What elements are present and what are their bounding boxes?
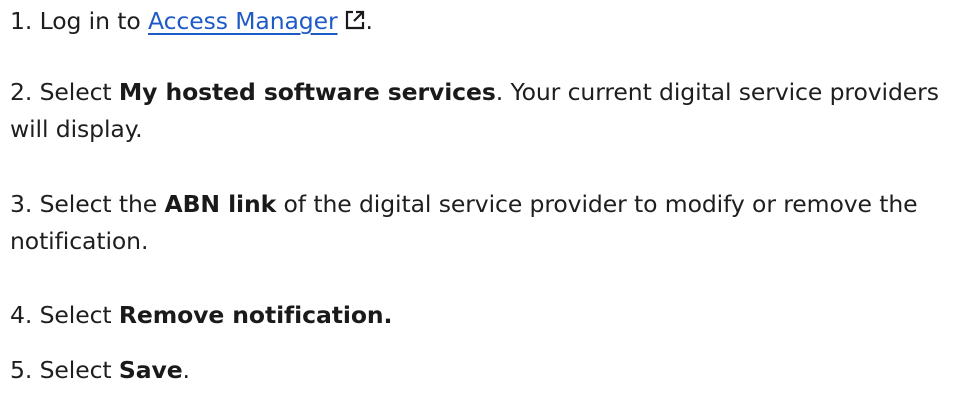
step-2: 2. Select My hosted software services. Y… bbox=[10, 74, 965, 148]
step-number: 1. bbox=[10, 7, 33, 35]
instruction-steps: 1. Log in to Access Manager. 2. Select M… bbox=[0, 0, 967, 399]
step-emphasis: ABN link bbox=[164, 190, 277, 218]
step-number: 4. bbox=[10, 301, 33, 329]
step-number: 5. bbox=[10, 356, 33, 384]
step-number: 2. bbox=[10, 78, 33, 106]
access-manager-link[interactable]: Access Manager bbox=[148, 7, 366, 35]
step-3: 3. Select the ABN link of the digital se… bbox=[10, 186, 965, 260]
step-text: Log in to bbox=[39, 7, 141, 35]
external-link-icon[interactable] bbox=[344, 5, 366, 42]
step-emphasis: Remove notification. bbox=[118, 301, 393, 329]
step-text: Select bbox=[39, 301, 112, 329]
step-1: 1. Log in to Access Manager. bbox=[10, 3, 373, 42]
step-text: Select bbox=[39, 78, 112, 106]
step-text-end: . bbox=[182, 356, 190, 384]
step-emphasis: Save bbox=[118, 356, 183, 384]
step-5: 5. Select Save. bbox=[10, 352, 190, 389]
step-number: 3. bbox=[10, 190, 33, 218]
step-emphasis: My hosted software services bbox=[118, 78, 496, 106]
step-4: 4. Select Remove notification. bbox=[10, 297, 392, 334]
step-text: Select bbox=[39, 356, 112, 384]
link-label[interactable]: Access Manager bbox=[148, 7, 338, 35]
step-text: Select the bbox=[39, 190, 158, 218]
step-text-end: . bbox=[365, 7, 373, 35]
